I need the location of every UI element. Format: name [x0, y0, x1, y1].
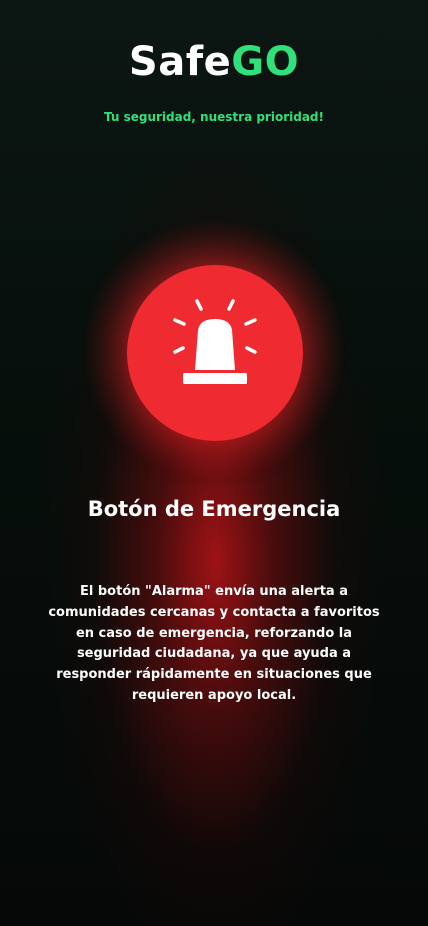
logo-text-safe: Safe	[128, 39, 232, 85]
emergency-description: El botón "Alarma" envía una alerta a com…	[48, 584, 380, 703]
app-logo: SafeGO	[0, 38, 428, 86]
emergency-title: Botón de Emergencia	[87, 497, 341, 521]
emergency-alarm-button[interactable]	[127, 265, 303, 441]
app-tagline: Tu seguridad, nuestra prioridad!	[104, 110, 324, 124]
logo-text-go: GO	[231, 39, 300, 85]
app-screen: SafeGO Tu seguridad, nuestra prioridad! …	[0, 0, 428, 926]
alarm-siren-icon	[173, 299, 257, 384]
